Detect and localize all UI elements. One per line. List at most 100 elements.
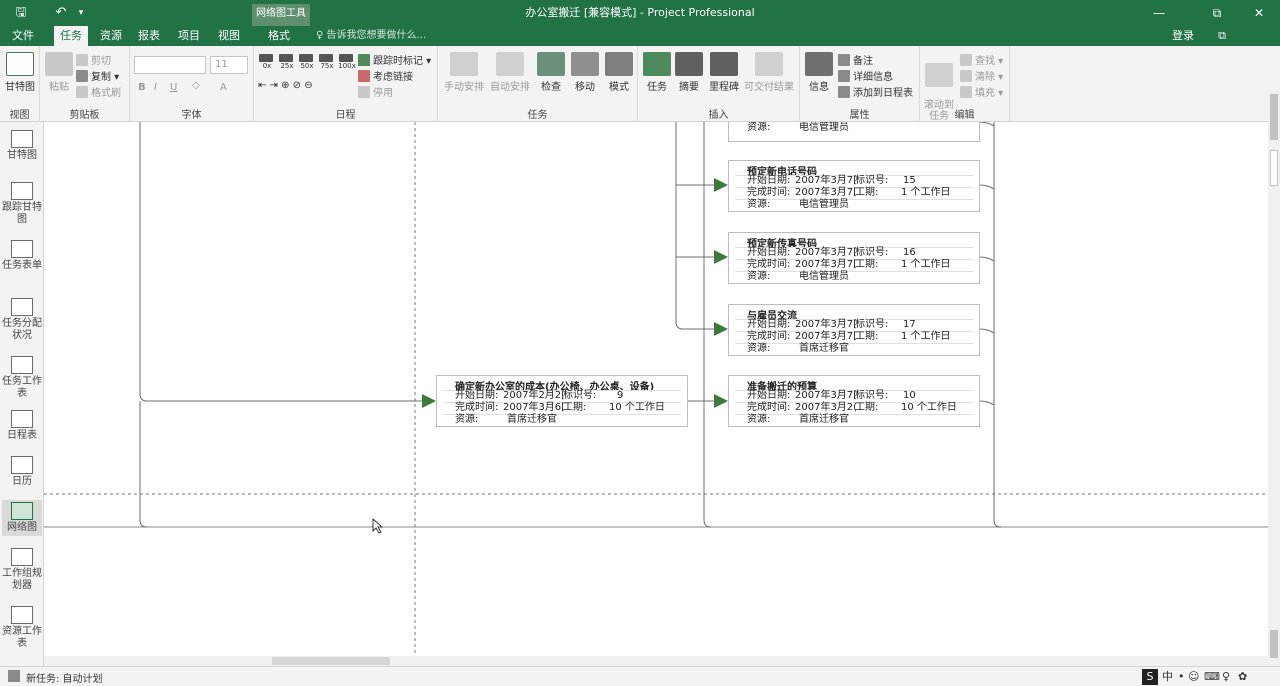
- minimize-icon[interactable]: —: [1142, 0, 1176, 26]
- viewbar-tracking-gantt[interactable]: 跟踪甘特图: [2, 182, 42, 226]
- pct-100-button[interactable]: 100x: [338, 54, 356, 70]
- viewbar-gantt-chart[interactable]: 甘特图: [2, 130, 42, 162]
- task-resource: 首席迁移官: [507, 414, 557, 425]
- tab-file[interactable]: 文件: [6, 26, 40, 46]
- viewbar-network-diagram[interactable]: 网络图: [2, 500, 42, 536]
- task-duration: 1 个工作日: [901, 259, 951, 270]
- insert-summary-button[interactable]: 摘要: [674, 52, 704, 93]
- fill-button[interactable]: 填充 ▾: [960, 84, 1003, 99]
- vertical-scroll-thumb[interactable]: [1270, 150, 1278, 186]
- viewbar-team-planner[interactable]: 工作组规划器: [2, 548, 42, 592]
- ime-chinese-mode[interactable]: 中: [1162, 669, 1173, 685]
- underline-button[interactable]: U: [170, 82, 177, 93]
- tab-view[interactable]: 视图: [212, 26, 246, 46]
- trunk-right: [993, 122, 1002, 528]
- task-start: 2007年3月7[: [795, 247, 858, 258]
- bold-button[interactable]: B: [138, 82, 146, 93]
- ime-sogou-icon[interactable]: S: [1142, 669, 1158, 685]
- status-new-task-mode[interactable]: 新任务: 自动计划: [26, 670, 103, 685]
- task-box-fax[interactable]: 预定新传真号码 开始日期: 2007年3月7[ 标识号: 16 完成时间: 20…: [728, 232, 980, 284]
- task-box-phone[interactable]: 预定新电话号码 开始日期: 2007年3月7[ 标识号: 15 完成时间: 20…: [728, 160, 980, 212]
- fill-color-icon[interactable]: ◇: [192, 80, 200, 91]
- vertical-scroll-thumb-bottom[interactable]: [1270, 630, 1278, 658]
- details-button[interactable]: 详细信息: [838, 68, 893, 83]
- italic-button[interactable]: I: [154, 82, 157, 93]
- pct-50-button[interactable]: 50x: [298, 54, 316, 70]
- task-box-budget[interactable]: 准备搬迁的预算 开始日期: 2007年3月7[ 标识号: 10 完成时间: 20…: [728, 375, 980, 427]
- team-planner-icon: [11, 548, 33, 566]
- clear-button[interactable]: 清除 ▾: [960, 68, 1003, 83]
- user-icon[interactable]: ♀: [1222, 669, 1230, 685]
- pct-0-icon: [258, 54, 273, 62]
- info-button[interactable]: 信息: [804, 52, 834, 93]
- task-box-communicate[interactable]: 与雇员交流 开始日期: 2007年3月7[ 标识号: 17 完成时间: 2007…: [728, 304, 980, 356]
- tab-project[interactable]: 项目: [172, 26, 206, 46]
- task-resource: 首席迁移官: [799, 414, 849, 425]
- format-painter-button[interactable]: 格式刷: [76, 84, 121, 99]
- task-start: 2007年2月2[: [503, 390, 566, 401]
- horizontal-scroll-thumb[interactable]: [272, 657, 390, 665]
- inspect-button[interactable]: 检查: [536, 52, 566, 93]
- close-icon[interactable]: ✕: [1242, 0, 1276, 26]
- emoji-icon[interactable]: ☺: [1188, 669, 1199, 685]
- manual-schedule-button[interactable]: 手动安排: [442, 52, 486, 93]
- add-to-timeline-button[interactable]: 添加到日程表: [838, 84, 913, 99]
- tab-resource[interactable]: 资源: [94, 26, 128, 46]
- vertical-scrollbar[interactable]: [1268, 90, 1280, 666]
- task-start: 2007年3月7[: [795, 319, 858, 330]
- undo-icon[interactable]: ↶: [50, 4, 72, 22]
- font-size-select[interactable]: 11: [210, 56, 248, 74]
- notes-button[interactable]: 备注: [838, 52, 873, 67]
- viewbar-timeline[interactable]: 日程表: [2, 410, 42, 442]
- login-link[interactable]: 登录: [1172, 26, 1194, 46]
- auto-schedule-button[interactable]: 自动安排: [488, 52, 532, 93]
- font-name-select[interactable]: [134, 56, 206, 74]
- title-bar: 🖫 ↶ ▾ 网络图工具 办公室搬迁 [兼容模式] - Project Profe…: [0, 0, 1280, 26]
- tab-format[interactable]: 格式: [262, 26, 296, 46]
- mark-on-track-button[interactable]: 跟踪时标记 ▾: [358, 52, 431, 67]
- task-box-cost[interactable]: 确定新办公室的成本(办公椅、办公桌、设备) 开始日期: 2007年2月2[ 标识…: [436, 375, 688, 427]
- keyboard-icon[interactable]: ⌨: [1204, 669, 1220, 685]
- restore-icon[interactable]: ⧉: [1200, 0, 1234, 26]
- mode-button[interactable]: 模式: [604, 52, 634, 93]
- group-view: 甘特图 视图: [0, 46, 40, 122]
- copy-button[interactable]: 复制 ▾: [76, 68, 119, 83]
- stub-fax: [978, 256, 995, 262]
- cut-button[interactable]: 剪切: [76, 52, 111, 67]
- font-color-button[interactable]: A: [220, 82, 227, 93]
- move-button[interactable]: 移动: [570, 52, 600, 93]
- insert-task-button[interactable]: 任务: [642, 52, 672, 93]
- resource-value: 电信管理员: [799, 122, 849, 133]
- tell-me-search[interactable]: ♀ 告诉我您想要做什么...: [316, 28, 426, 44]
- save-icon[interactable]: 🖫: [10, 4, 32, 22]
- paste-button[interactable]: 粘贴: [44, 52, 74, 93]
- pct-25-button[interactable]: 25x: [278, 54, 296, 70]
- pct-75-button[interactable]: 75x: [318, 54, 336, 70]
- insert-milestone-button[interactable]: 里程碑: [706, 52, 742, 93]
- pct-0-button[interactable]: 0x: [258, 54, 276, 70]
- viewbar-task-usage[interactable]: 任务分配状况: [2, 298, 42, 342]
- task-duration: 10 个工作日: [901, 402, 957, 413]
- respect-links-button[interactable]: 考虑链接: [358, 68, 413, 83]
- insert-deliverable-button[interactable]: 可交付结果: [742, 52, 796, 93]
- gantt-chart-button[interactable]: 甘特图: [2, 52, 38, 93]
- horizontal-scrollbar[interactable]: [44, 656, 1268, 666]
- task-start: 2007年3月7[: [795, 390, 858, 401]
- inactivate-button[interactable]: 停用: [358, 84, 393, 99]
- viewbar-task-sheet[interactable]: 任务工作表: [2, 356, 42, 400]
- skin-icon[interactable]: ✿: [1238, 669, 1247, 685]
- tab-report[interactable]: 报表: [132, 26, 166, 46]
- ime-punctuation-icon[interactable]: •: [1178, 669, 1185, 685]
- undo-dropdown-icon[interactable]: ▾: [70, 4, 92, 22]
- viewbar-calendar[interactable]: 日历: [2, 456, 42, 488]
- viewbar-resource-sheet[interactable]: 资源工作表: [2, 606, 42, 650]
- ribbon-display-options-icon[interactable]: ⧉: [1210, 26, 1234, 46]
- group-insert: 任务 摘要 里程碑 可交付结果 插入: [638, 46, 800, 122]
- network-diagram-canvas[interactable]: 资源: 电信管理员 预定新电话号码 开始日期: 2007年3月7[ 标识号: 1…: [44, 122, 1268, 656]
- task-box-partial[interactable]: 资源: 电信管理员: [728, 122, 980, 142]
- indent-controls[interactable]: ⇤ ⇥ ⊕ ⊘ ⊖: [258, 80, 313, 91]
- viewbar-task-form[interactable]: 任务表单: [2, 240, 42, 272]
- find-button[interactable]: 查找 ▾: [960, 52, 1003, 67]
- tab-task[interactable]: 任务: [54, 26, 88, 46]
- vertical-scroll-thumb-top[interactable]: [1270, 94, 1278, 140]
